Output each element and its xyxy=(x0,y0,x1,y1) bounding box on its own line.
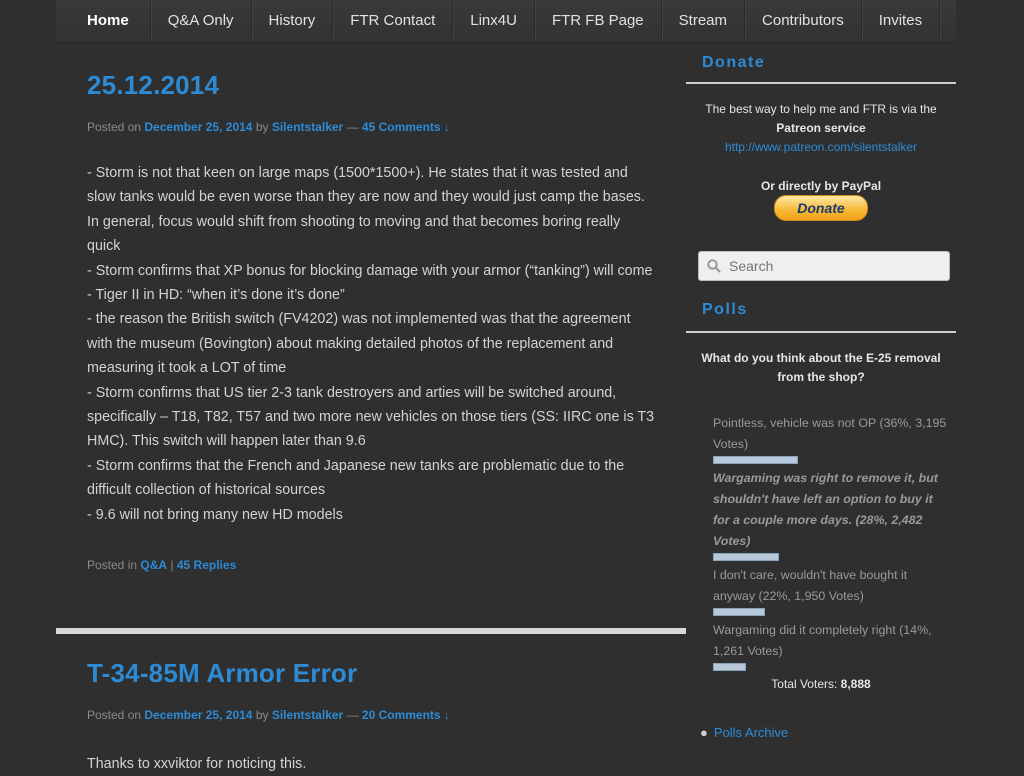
main-content: 25.12.2014 Posted on December 25, 2014 b… xyxy=(56,42,686,772)
footer-sep: | xyxy=(170,558,174,573)
poll-option-text: I don't care, wouldn't have bought it an… xyxy=(713,568,908,603)
polls-archive: ● Polls Archive xyxy=(686,725,956,740)
nav-item-linx4u[interactable]: Linx4U xyxy=(453,0,535,42)
nav-item-contributors[interactable]: Contributors xyxy=(745,0,862,42)
search-box xyxy=(698,251,950,281)
nav-item-qa-only[interactable]: Q&A Only xyxy=(151,0,252,42)
poll-option-text: Wargaming did it completely right (14%, … xyxy=(713,623,932,658)
nav-item-home[interactable]: Home xyxy=(56,0,151,42)
poll-question: What do you think about the E-25 removal… xyxy=(701,351,941,384)
poll-bar xyxy=(713,608,765,616)
paypal-label: Or directly by PayPal xyxy=(760,179,882,193)
sidebar: Donate The best way to help me and FTR i… xyxy=(686,42,956,740)
patreon-link[interactable]: http://www.patreon.com/silentstalker xyxy=(686,138,956,157)
meta-date-link[interactable]: December 25, 2014 xyxy=(144,708,252,722)
post-divider xyxy=(56,628,686,634)
post-paragraph: - Tiger II in HD: “when it’s done it’s d… xyxy=(87,287,345,304)
meta-posted-on: Posted on xyxy=(87,120,142,134)
meta-comments-link[interactable]: 45 Comments ↓ xyxy=(362,120,450,134)
post-paragraph: - the reason the British switch (FV4202)… xyxy=(87,311,631,377)
post-paragraph: - Storm confirms that the French and Jap… xyxy=(87,457,625,499)
polls-widget: Polls What do you think about the E-25 r… xyxy=(686,301,956,740)
poll-option: Pointless, vehicle was not OP (36%, 3,19… xyxy=(713,413,948,464)
post-paragraph: - 9.6 will not bring many new HD models xyxy=(87,506,343,523)
nav-item-ftr-fb-page[interactable]: FTR FB Page xyxy=(535,0,662,42)
post-meta: Posted on December 25, 2014 by Silentsta… xyxy=(87,708,450,722)
search-icon xyxy=(707,259,721,273)
donate-line2: Patreon service xyxy=(776,121,866,135)
post-title[interactable]: 25.12.2014 xyxy=(87,70,655,101)
search-input[interactable] xyxy=(727,257,941,275)
poll-option: Wargaming was right to remove it, but sh… xyxy=(713,468,948,561)
meta-by: by xyxy=(255,708,269,722)
post-body: Thanks to xxviktor for noticing this. xyxy=(87,752,450,776)
poll-bar xyxy=(713,553,779,561)
polls-archive-link[interactable]: Polls Archive xyxy=(714,725,788,740)
donate-button[interactable]: Donate xyxy=(774,195,868,221)
post-paragraph: - Storm confirms that US tier 2-3 tank d… xyxy=(87,384,655,450)
nav-item-stream[interactable]: Stream xyxy=(662,0,746,42)
meta-posted-on: Posted on xyxy=(87,708,142,722)
meta-author-link[interactable]: Silentstalker xyxy=(272,708,343,722)
meta-date-link[interactable]: December 25, 2014 xyxy=(144,120,252,134)
poll-option: I don't care, wouldn't have bought it an… xyxy=(713,565,948,616)
donate-widget: Donate The best way to help me and FTR i… xyxy=(686,42,956,221)
post-body: - Storm is not that keen on large maps (… xyxy=(87,161,655,527)
polls-title: Polls xyxy=(702,301,748,318)
post-paragraph: - Storm confirms that XP bonus for block… xyxy=(87,262,653,279)
page: Home Q&A Only History FTR Contact Linx4U… xyxy=(0,0,1024,772)
footer-posted-in: Posted in xyxy=(87,558,138,573)
nav-item-invites[interactable]: Invites xyxy=(862,0,941,42)
post-paragraph: Thanks to xxviktor for noticing this. xyxy=(87,756,307,772)
nav-item-ftr-contact[interactable]: FTR Contact xyxy=(333,0,454,42)
poll-option-text: Pointless, vehicle was not OP (36%, 3,19… xyxy=(713,416,947,451)
poll-bar xyxy=(713,456,798,464)
main-nav: Home Q&A Only History FTR Contact Linx4U… xyxy=(56,0,956,43)
widget-divider xyxy=(686,331,956,333)
poll-total: Total Voters: 8,888 xyxy=(686,677,956,691)
poll-option: Wargaming did it completely right (14%, … xyxy=(713,620,948,671)
total-voters-label: Total Voters: xyxy=(771,677,838,691)
meta-by: by xyxy=(255,120,269,134)
category-link[interactable]: Q&A xyxy=(140,558,167,572)
meta-dash: — xyxy=(346,120,359,134)
post-paragraph: - Storm is not that keen on large maps (… xyxy=(87,165,645,255)
post-meta: Posted on December 25, 2014 by Silentsta… xyxy=(87,120,655,134)
donate-title: Donate xyxy=(702,54,766,71)
poll-bar xyxy=(713,663,746,671)
donate-line1: The best way to help me and FTR is via t… xyxy=(705,102,937,116)
post-article: 25.12.2014 Posted on December 25, 2014 b… xyxy=(56,42,686,572)
meta-dash: — xyxy=(346,708,359,722)
replies-link[interactable]: 45 Replies xyxy=(177,558,236,572)
meta-comments-link[interactable]: 20 Comments ↓ xyxy=(362,708,450,722)
post-title[interactable]: T-34-85M Armor Error xyxy=(87,658,450,689)
donate-body: The best way to help me and FTR is via t… xyxy=(686,100,956,221)
nav-item-history[interactable]: History xyxy=(252,0,334,42)
total-voters-value: 8,888 xyxy=(840,677,871,691)
poll-option-text: Wargaming was right to remove it, but sh… xyxy=(713,471,938,548)
post-footer: Posted in Q&A | 45 Replies xyxy=(87,558,655,572)
bullet-icon: ● xyxy=(700,725,708,740)
poll-results: Pointless, vehicle was not OP (36%, 3,19… xyxy=(686,413,956,671)
widget-divider xyxy=(686,82,956,84)
meta-author-link[interactable]: Silentstalker xyxy=(272,120,343,134)
post-article: T-34-85M Armor Error Posted on December … xyxy=(56,658,481,776)
